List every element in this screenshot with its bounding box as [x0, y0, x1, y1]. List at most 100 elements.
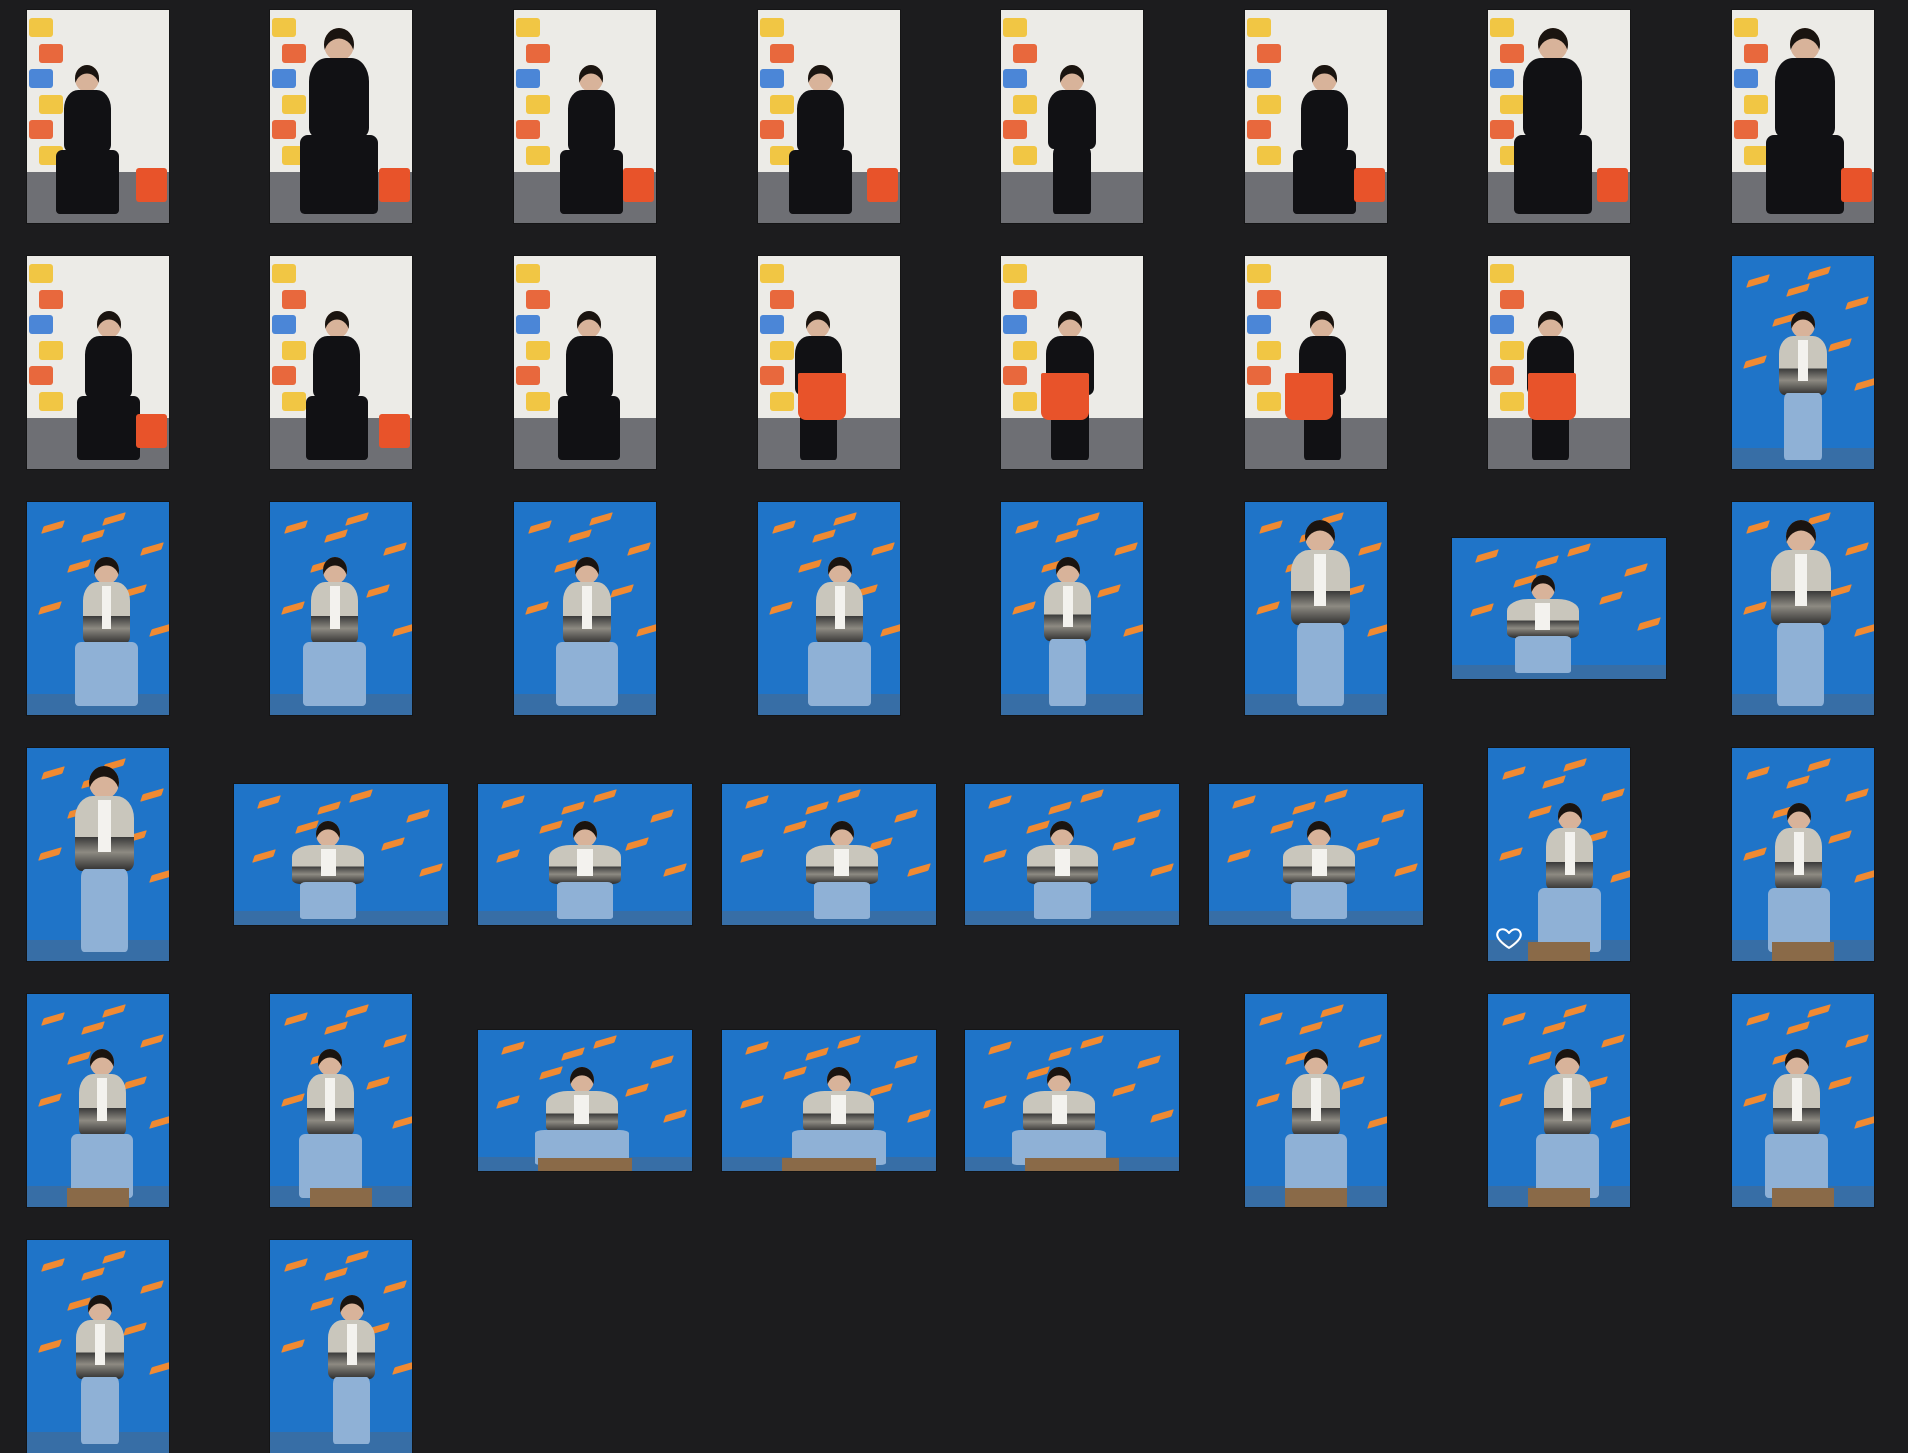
- photo-thumbnail[interactable]: [1488, 10, 1630, 223]
- wall-decal: [1744, 145, 1769, 165]
- wooden-box: [309, 1187, 373, 1207]
- photo-thumbnail[interactable]: [1732, 748, 1874, 961]
- photo-thumbnail[interactable]: [758, 256, 900, 469]
- white-shirt: [101, 585, 112, 630]
- subject-head: [75, 65, 100, 92]
- wall-decal: [1247, 120, 1272, 140]
- subject-head: [96, 311, 121, 338]
- wall-decal: [526, 94, 551, 114]
- subject-head: [1786, 803, 1811, 830]
- photo-thumbnail[interactable]: [27, 502, 169, 715]
- photo-thumbnail[interactable]: [1245, 256, 1387, 469]
- photo-thumbnail[interactable]: [27, 994, 169, 1207]
- photo-thumbnail[interactable]: [722, 784, 936, 925]
- wall-decal: [29, 366, 54, 386]
- subject-head: [1312, 65, 1337, 92]
- subject-legs: [1296, 622, 1344, 707]
- subject-head: [90, 1049, 115, 1076]
- subject-head: [573, 820, 597, 848]
- wall-decal: [760, 315, 785, 335]
- wall-decal: [1003, 366, 1028, 386]
- wall-decal: [282, 340, 307, 360]
- photo-thumbnail[interactable]: [270, 1240, 412, 1453]
- photo-thumbnail[interactable]: [965, 784, 1179, 925]
- white-shirt: [1314, 554, 1327, 607]
- photo-thumbnail[interactable]: [27, 10, 169, 223]
- wall-decal: [1013, 340, 1038, 360]
- subject: [791, 1066, 886, 1166]
- photo-thumbnail[interactable]: [478, 784, 692, 925]
- photo-thumbnail[interactable]: [1732, 994, 1874, 1207]
- wall-decal: [770, 289, 795, 309]
- white-shirt: [831, 1094, 847, 1124]
- orange-bag: [866, 167, 898, 202]
- white-shirt: [325, 1077, 336, 1122]
- photo-thumbnail[interactable]: [1245, 994, 1387, 1207]
- subject-legs: [299, 134, 378, 215]
- photo-thumbnail[interactable]: [1001, 10, 1143, 223]
- wall-decal: [29, 18, 54, 38]
- wall-decal: [39, 340, 64, 360]
- subject: [303, 557, 366, 707]
- photo-thumbnail[interactable]: [1452, 538, 1666, 679]
- subject: [1772, 311, 1834, 461]
- wall-decal: [29, 315, 54, 335]
- white-shirt: [834, 585, 845, 630]
- white-shirt: [1310, 1077, 1321, 1122]
- subject-head: [1555, 1049, 1580, 1076]
- photo-thumbnail[interactable]: [1732, 256, 1874, 469]
- photo-thumbnail[interactable]: [270, 10, 412, 223]
- subject: [795, 820, 889, 920]
- photo-thumbnail[interactable]: [1245, 10, 1387, 223]
- photo-thumbnail[interactable]: [1209, 784, 1423, 925]
- wall-decal: [1247, 18, 1272, 38]
- subject-head: [1557, 803, 1582, 830]
- photo-thumbnail[interactable]: [965, 1030, 1179, 1171]
- orange-bag: [622, 167, 654, 202]
- subject-head: [827, 557, 852, 584]
- photo-thumbnail[interactable]: [27, 748, 169, 961]
- photo-thumbnail[interactable]: [514, 256, 656, 469]
- wall-decal: [272, 69, 297, 89]
- photo-thumbnail[interactable]: [758, 502, 900, 715]
- wall-decal: [1734, 69, 1759, 89]
- photo-thumbnail[interactable]: [1245, 502, 1387, 715]
- photo-thumbnail[interactable]: [1488, 748, 1630, 961]
- wall-decal: [1257, 289, 1282, 309]
- photo-thumbnail[interactable]: [514, 502, 656, 715]
- wall-decal: [1490, 69, 1515, 89]
- photo-thumbnail[interactable]: [270, 256, 412, 469]
- photo-thumbnail[interactable]: [514, 10, 656, 223]
- subject: [299, 1049, 362, 1199]
- subject-head: [1055, 557, 1080, 584]
- photo-thumbnail[interactable]: [722, 1030, 936, 1171]
- photo-thumbnail[interactable]: [1488, 994, 1630, 1207]
- subject: [1284, 1049, 1348, 1199]
- photo-thumbnail[interactable]: [270, 994, 412, 1207]
- subject: [1496, 574, 1590, 674]
- photo-thumbnail[interactable]: [478, 1030, 692, 1171]
- photo-thumbnail[interactable]: [27, 256, 169, 469]
- wall-decal: [1003, 315, 1028, 335]
- subject-head: [1310, 311, 1335, 338]
- photo-thumbnail[interactable]: [758, 10, 900, 223]
- photo-thumbnail[interactable]: [1732, 502, 1874, 715]
- subject-legs: [789, 150, 852, 215]
- photo-thumbnail[interactable]: [1488, 256, 1630, 469]
- photo-thumbnail[interactable]: [1732, 10, 1874, 223]
- photo-thumbnail[interactable]: [1001, 502, 1143, 715]
- photo-thumbnail[interactable]: [234, 784, 448, 925]
- wall-decal: [282, 289, 307, 309]
- photo-thumbnail[interactable]: [270, 502, 412, 715]
- wall-decal: [1003, 18, 1028, 38]
- subject: [1762, 520, 1840, 707]
- white-shirt: [1562, 1077, 1573, 1122]
- subject-legs: [80, 868, 128, 953]
- photo-thumbnail[interactable]: [27, 1240, 169, 1453]
- subject-head: [323, 28, 354, 62]
- subject: [1041, 65, 1103, 215]
- photo-thumbnail[interactable]: [1001, 256, 1143, 469]
- favorite-button[interactable]: [1494, 925, 1524, 955]
- subject-head: [579, 65, 604, 92]
- wall-decal: [760, 366, 785, 386]
